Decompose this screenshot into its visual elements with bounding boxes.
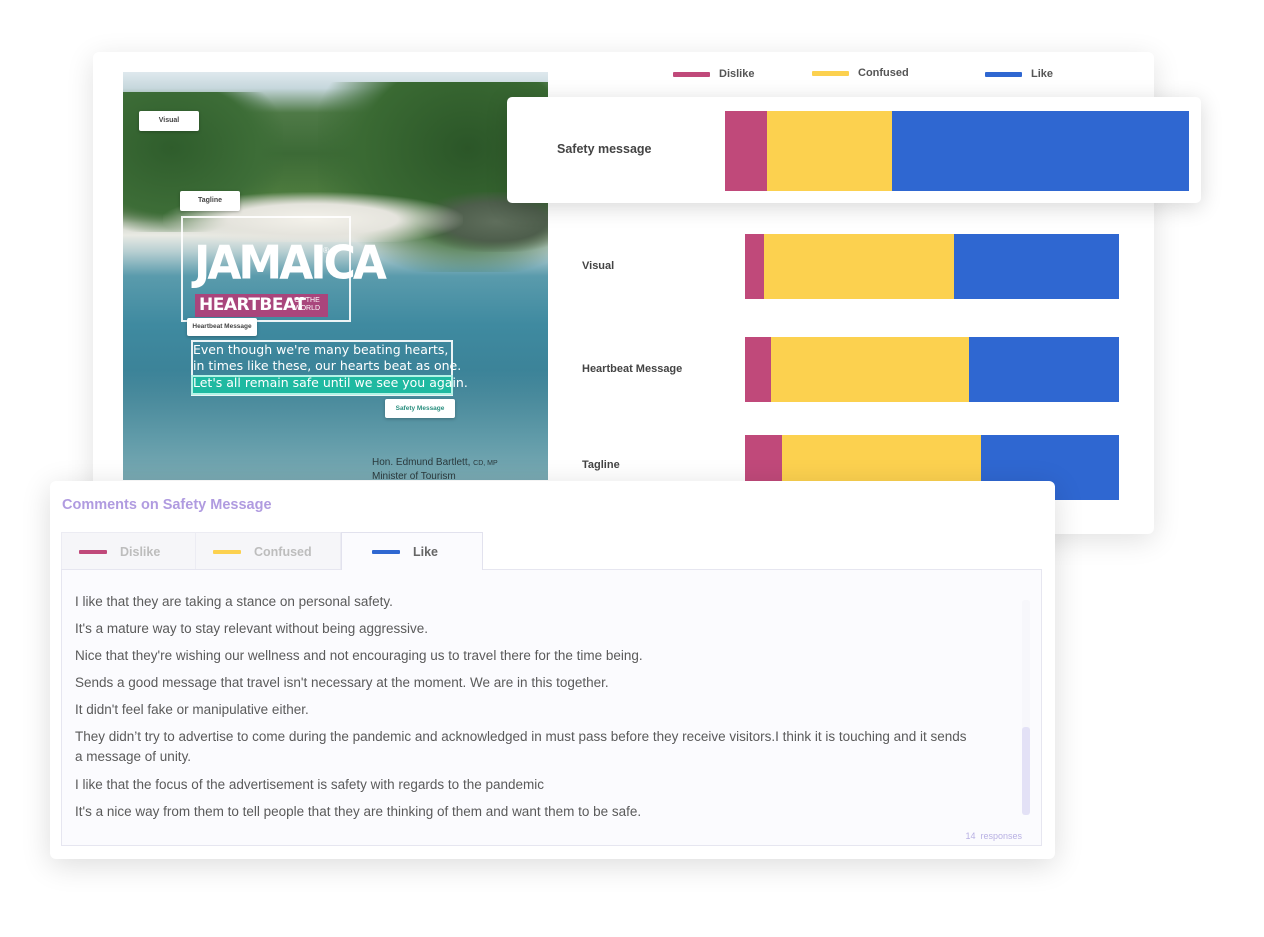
comment-item: Nice that they're wishing our wellness a…: [75, 648, 643, 663]
category-label-visual: Visual: [582, 260, 615, 272]
region-tag-tagline[interactable]: Tagline: [180, 191, 240, 211]
scrollbar-thumb[interactable]: [1022, 727, 1030, 815]
tab-swatch: [372, 549, 400, 554]
category-label-heartbeat-message: Heartbeat Message: [582, 363, 683, 375]
legend-item-confused: Confused: [812, 67, 909, 79]
bar-segment-dislike[interactable]: [745, 234, 764, 299]
tab-label: Dislike: [120, 544, 161, 559]
safety-message-popout: Safety message: [507, 97, 1201, 203]
comments-panel: Comments on Safety Message Dislike Confu…: [50, 481, 1055, 859]
minister-credit: Hon. Edmund Bartlett, CD, MP Minister of…: [372, 456, 498, 483]
tab-confused[interactable]: Confused: [196, 532, 341, 570]
region-tag-safety-message[interactable]: Safety Message: [385, 399, 455, 418]
credit-name: Hon. Edmund Bartlett,: [372, 457, 471, 468]
message-line: in times like these, our hearts beat as …: [193, 358, 462, 373]
bar-segment-confused[interactable]: [763, 234, 955, 299]
tab-dislike[interactable]: Dislike: [61, 532, 196, 570]
bar-segment-dislike[interactable]: [725, 111, 767, 191]
comment-item: It's a nice way from them to tell people…: [75, 804, 642, 819]
tab-like[interactable]: Like: [341, 532, 483, 570]
tab-label: Confused: [254, 544, 312, 559]
tab-swatch: [213, 549, 241, 554]
comments-list[interactable]: I like that they are taking a stance on …: [61, 569, 1042, 846]
category-label-tagline: Tagline: [582, 459, 620, 471]
legend-swatch: [673, 71, 710, 77]
bar-segment-confused[interactable]: [766, 111, 893, 191]
comment-item: Sends a good message that travel isn't n…: [75, 675, 609, 690]
responses-number: 14: [965, 831, 976, 841]
bar-segment-like[interactable]: [954, 234, 1119, 299]
responses-count: 14 responses: [965, 831, 1022, 841]
credit-suffix: CD, MP: [473, 460, 498, 467]
tab-swatch: [79, 549, 107, 554]
heartbeat-sub: OF THE WORLD: [293, 297, 321, 312]
tab-label: Like: [413, 544, 439, 559]
legend-swatch: [812, 70, 849, 76]
comment-item: They didn’t try to advertise to come dur…: [75, 729, 967, 764]
legend-label: Dislike: [719, 68, 755, 80]
registered-mark: ®: [323, 246, 329, 255]
comment-tabs: Dislike Confused Like: [61, 532, 483, 570]
legend-label: Confused: [858, 67, 909, 79]
logo-word: JAMAICA: [194, 236, 387, 291]
message-line: Even though we're many beating hearts,: [193, 342, 449, 357]
comment-item: It's a mature way to stay relevant witho…: [75, 621, 429, 636]
comment-item: I like that they are taking a stance on …: [75, 594, 393, 609]
bar-segment-dislike[interactable]: [745, 337, 772, 402]
heartbeat-banner: HEARTBEAT OF THE WORLD: [195, 294, 328, 317]
stacked-bar-visual[interactable]: [745, 234, 1119, 299]
stacked-bar-heartbeat-message[interactable]: [745, 337, 1119, 402]
region-tag-heartbeat-message[interactable]: Heartbeat Message: [187, 318, 257, 336]
bar-segment-like[interactable]: [892, 111, 1189, 191]
legend-item-dislike: Dislike: [673, 68, 754, 80]
stacked-bar-safety-message[interactable]: [725, 111, 1189, 191]
category-label-safety-message: Safety message: [557, 142, 652, 156]
legend-item-like: Like: [985, 68, 1053, 80]
comment-item: I like that the focus of the advertiseme…: [75, 777, 544, 792]
responses-label: responses: [980, 831, 1022, 841]
jamaica-logo: JAMAICA ® HEARTBEAT OF THE WORLD: [181, 216, 387, 322]
message-line: Let's all remain safe until we see you a…: [193, 375, 468, 390]
legend-swatch: [985, 71, 1022, 77]
region-tag-visual[interactable]: Visual: [139, 111, 199, 131]
legend-label: Like: [1031, 68, 1054, 80]
comments-title: Comments on Safety Message: [62, 497, 272, 513]
bar-segment-like[interactable]: [969, 337, 1119, 402]
bar-segment-confused[interactable]: [771, 337, 970, 402]
comment-item: It didn't feel fake or manipulative eith…: [75, 702, 309, 717]
